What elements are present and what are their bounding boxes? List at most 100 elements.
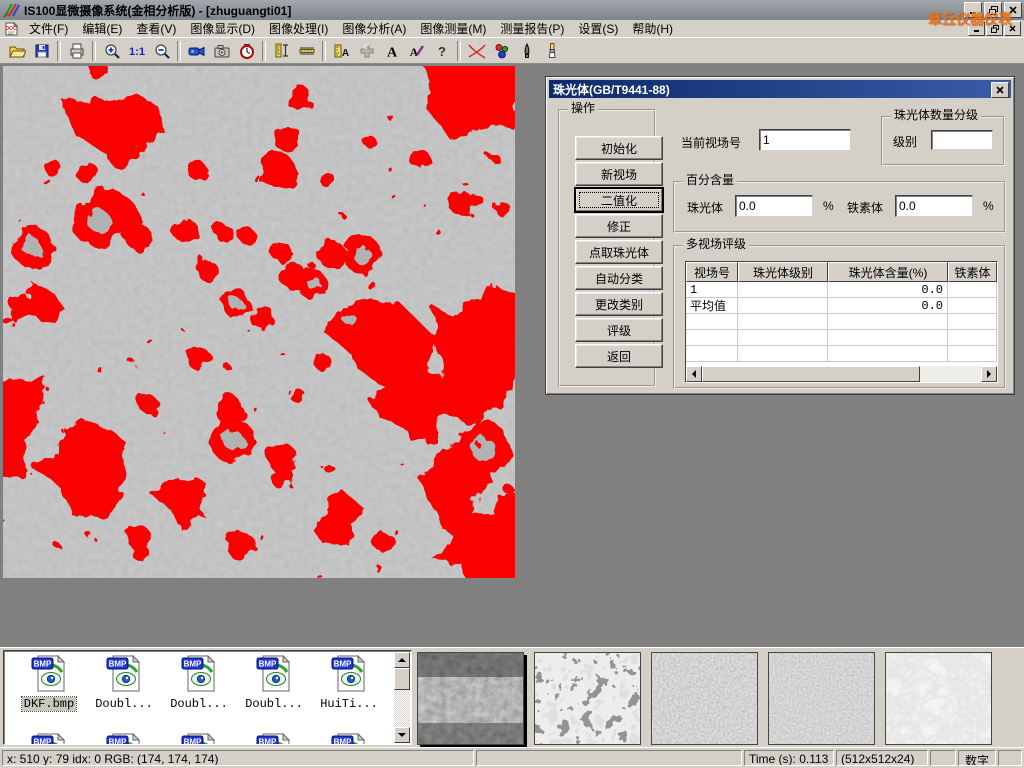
svg-text:DOC: DOC — [5, 26, 17, 32]
timer-button[interactable] — [234, 39, 259, 63]
measure-text-button[interactable]: A — [329, 39, 354, 63]
child-restore-button[interactable] — [986, 21, 1003, 36]
scrollbar-thumb[interactable] — [394, 668, 410, 690]
curve-measure-button[interactable] — [464, 39, 489, 63]
application-window: BMP IS100显微摄像系统(金相分析版) - [zhuguangti01] … — [0, 0, 1024, 768]
minimize-button[interactable] — [964, 2, 982, 18]
child-minimize-button[interactable] — [968, 21, 985, 36]
scrollbar-thumb[interactable] — [702, 366, 920, 382]
menu-item-image-measure[interactable]: 图像测量(M) — [413, 19, 493, 38]
file-name[interactable]: Doubl... — [93, 697, 155, 711]
change-class-button[interactable]: 更改类别 — [575, 292, 663, 316]
grade-button[interactable]: 评级 — [575, 318, 663, 342]
menu-item-edit[interactable]: 编辑(E) — [75, 19, 129, 38]
binarize-button[interactable]: 二值化 — [575, 188, 663, 212]
file-vertical-scrollbar[interactable] — [394, 652, 410, 743]
auto-classify-button[interactable]: 自动分类 — [575, 266, 663, 290]
scroll-right-arrow[interactable] — [981, 366, 997, 382]
menu-item-image-display[interactable]: 图像显示(D) — [183, 19, 262, 38]
thumbnail-3[interactable] — [651, 652, 758, 745]
actual-size-button[interactable]: 1:1 — [124, 39, 149, 63]
initialize-button[interactable]: 初始化 — [575, 136, 663, 160]
col-pearlite-pct[interactable]: 珠光体含量(%) — [828, 262, 948, 282]
file-name[interactable]: HuiTi... — [318, 697, 380, 711]
file-item-partial[interactable] — [12, 731, 86, 745]
col-ferrite[interactable]: 铁素体 — [948, 262, 997, 282]
grid-cross-button[interactable] — [354, 39, 379, 63]
col-pearlite-grade[interactable]: 珠光体级别 — [738, 262, 828, 282]
grading-table[interactable]: 视场号 珠光体级别 珠光体含量(%) 铁素体 1 0.0 平均值 — [685, 261, 998, 383]
col-field-number[interactable]: 视场号 — [686, 262, 738, 282]
print-button[interactable] — [64, 39, 89, 63]
menu-item-settings[interactable]: 设置(S) — [571, 19, 625, 38]
file-item-partial[interactable] — [312, 731, 386, 745]
file-browser[interactable]: DKF.bmp Doubl... Doubl... Doubl... HuiTi… — [3, 650, 412, 745]
table-horizontal-scrollbar[interactable] — [686, 366, 997, 382]
child-close-button[interactable] — [1004, 21, 1021, 36]
document-system-icon[interactable]: DOC — [4, 22, 19, 36]
scroll-up-arrow[interactable] — [394, 652, 410, 668]
save-button[interactable] — [29, 39, 54, 63]
file-name[interactable]: DKF.bmp — [22, 697, 76, 711]
file-name[interactable]: Doubl... — [243, 697, 305, 711]
open-button[interactable] — [4, 39, 29, 63]
annotate-button[interactable]: A — [404, 39, 429, 63]
restore-button[interactable] — [984, 2, 1002, 18]
level-input[interactable] — [931, 130, 993, 150]
menu-item-view[interactable]: 查看(V) — [129, 19, 183, 38]
pearlite-percent-input[interactable] — [735, 195, 813, 217]
zoom-in-button[interactable] — [99, 39, 124, 63]
return-button[interactable]: 返回 — [575, 344, 663, 368]
menu-item-help[interactable]: 帮助(H) — [625, 19, 680, 38]
file-item[interactable]: Doubl... — [87, 653, 161, 711]
metallographic-image[interactable] — [3, 66, 515, 578]
scroll-down-arrow[interactable] — [394, 727, 410, 743]
scroll-left-arrow[interactable] — [686, 366, 702, 382]
close-button[interactable] — [1004, 2, 1022, 18]
zoom-out-button[interactable] — [149, 39, 174, 63]
file-item[interactable]: DKF.bmp — [12, 653, 86, 711]
menu-item-image-process[interactable]: 图像处理(I) — [262, 19, 335, 38]
file-item[interactable]: Doubl... — [237, 653, 311, 711]
dialog-close-button[interactable] — [991, 82, 1009, 98]
phase-dots-button[interactable] — [489, 39, 514, 63]
caliper-button[interactable] — [269, 39, 294, 63]
zoom-in-icon — [103, 42, 121, 60]
ferrite-percent-sign: % — [983, 199, 994, 213]
window-title: IS100显微摄像系统(金相分析版) - [zhuguangti01] — [24, 2, 291, 19]
thumbnail-2[interactable] — [534, 652, 641, 745]
focus-rect — [579, 192, 659, 208]
ruler-button[interactable] — [294, 39, 319, 63]
pen-button[interactable] — [514, 39, 539, 63]
file-item-partial[interactable] — [237, 731, 311, 745]
menu-item-image-analysis[interactable]: 图像分析(A) — [335, 19, 413, 38]
table-row[interactable]: 平均值 0.0 — [686, 298, 997, 314]
correct-button[interactable]: 修正 — [575, 214, 663, 238]
ferrite-percent-input[interactable] — [895, 195, 973, 217]
pick-pearlite-button[interactable]: 点取珠光体 — [575, 240, 663, 264]
save-icon — [33, 42, 51, 60]
table-row[interactable]: 1 0.0 — [686, 282, 997, 298]
operation-group: 操作 初始化 新视场 二值化 修正 点取珠光体 自动分类 更改类别 评级 返回 — [558, 109, 656, 387]
toolbar-separator — [57, 41, 61, 61]
thumbnail-5[interactable] — [885, 652, 992, 745]
current-field-input[interactable] — [759, 129, 851, 151]
thumbnail-1[interactable] — [417, 652, 524, 745]
file-item-partial[interactable] — [162, 731, 236, 745]
thumbnail-4[interactable] — [768, 652, 875, 745]
help-button[interactable]: ? — [429, 39, 454, 63]
pearlite-dialog: 珠光体(GB/T9441-88) 操作 初始化 新视场 二值化 修正 点取珠光体… — [545, 76, 1015, 395]
text-button[interactable]: A — [379, 39, 404, 63]
file-item-partial[interactable] — [87, 731, 161, 745]
pearlite-label: 珠光体 — [687, 199, 723, 216]
new-field-button[interactable]: 新视场 — [575, 162, 663, 186]
file-item[interactable]: Doubl... — [162, 653, 236, 711]
menu-item-report[interactable]: 测量报告(P) — [493, 19, 571, 38]
camera-capture-button[interactable] — [209, 39, 234, 63]
file-name[interactable]: Doubl... — [168, 697, 230, 711]
file-item[interactable]: HuiTi... — [312, 653, 386, 711]
brush-button[interactable] — [539, 39, 564, 63]
video-capture-button[interactable] — [184, 39, 209, 63]
menu-item-file[interactable]: 文件(F) — [22, 19, 75, 38]
brush-icon — [543, 42, 561, 60]
